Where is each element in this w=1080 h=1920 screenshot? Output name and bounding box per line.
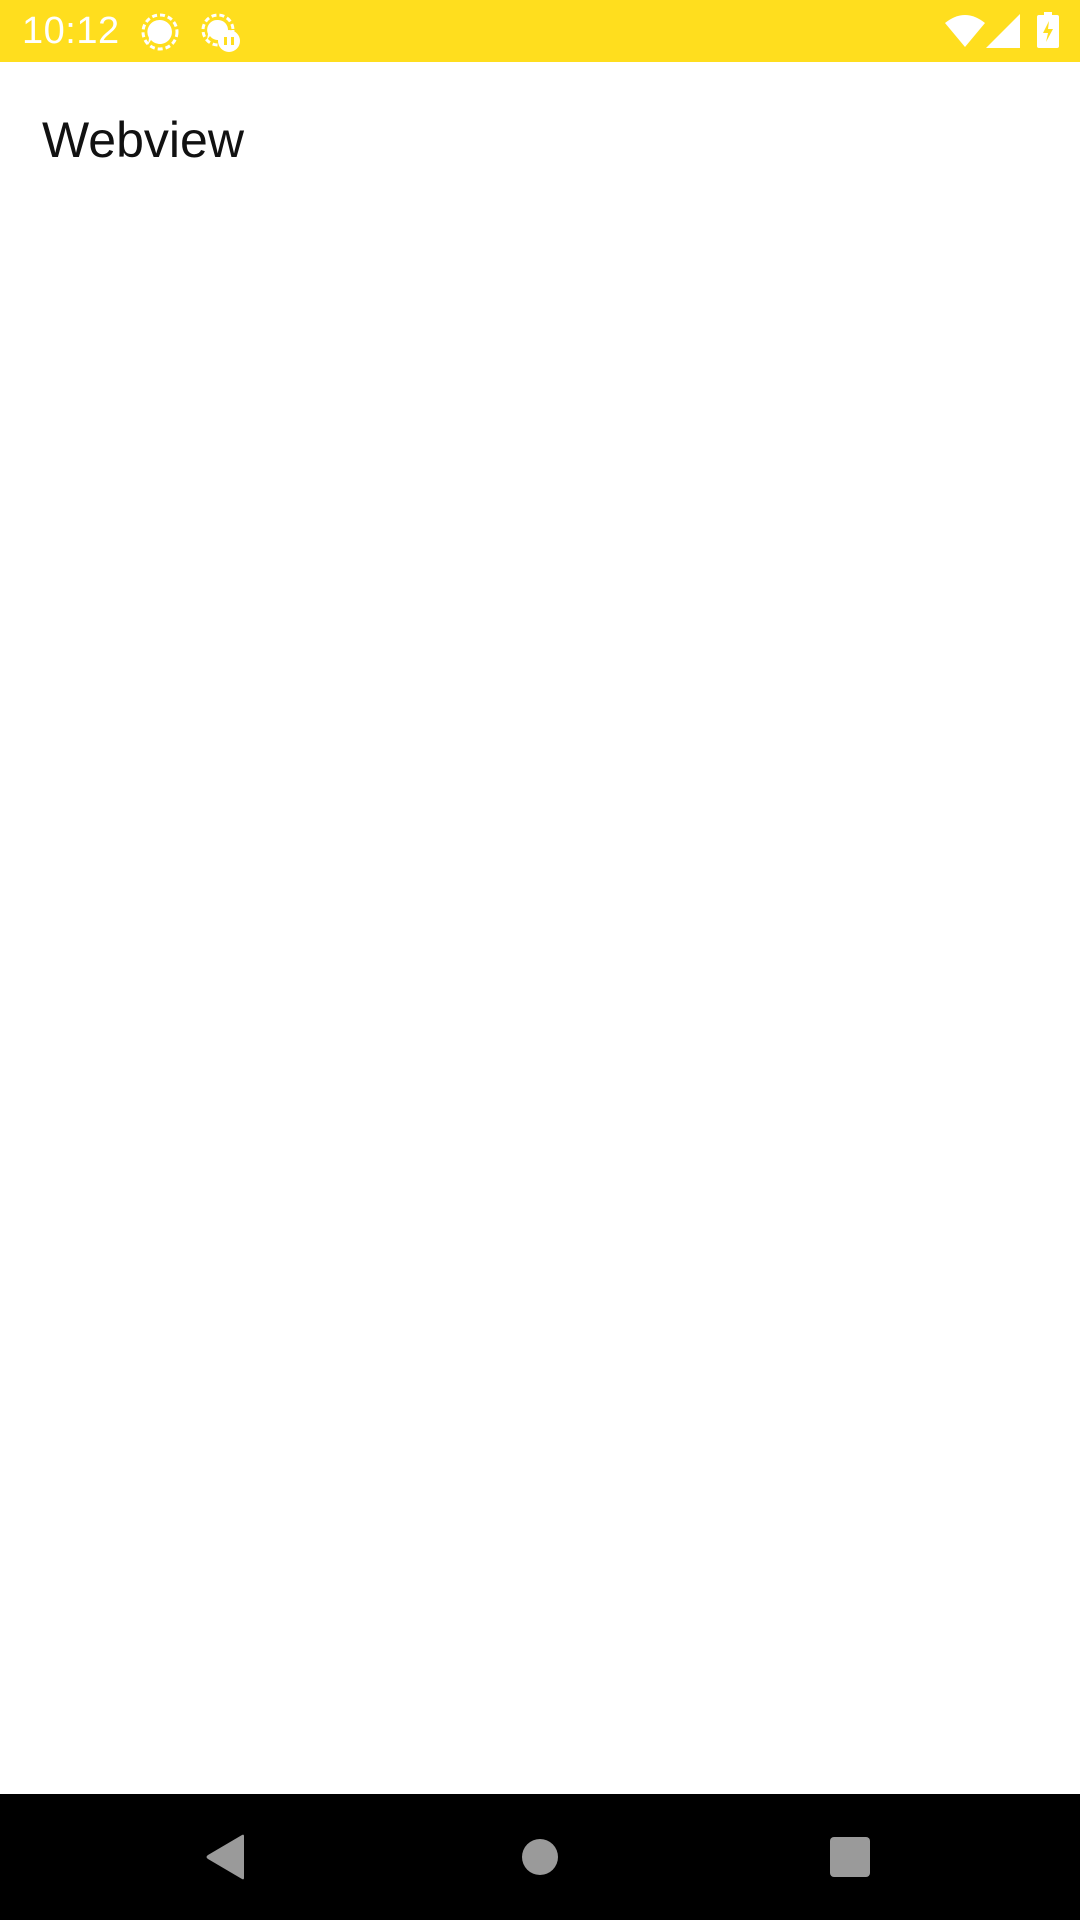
home-icon [522, 1839, 558, 1875]
back-icon [206, 1834, 244, 1880]
navigation-bar [0, 1794, 1080, 1920]
back-button[interactable] [191, 1822, 261, 1892]
signal-messenger-alert-icon [201, 13, 240, 52]
wifi-icon [945, 15, 985, 47]
webview-area[interactable] [0, 202, 1080, 1794]
battery-charging-icon [1037, 12, 1059, 48]
status-time: 10:12 [22, 10, 120, 52]
screen: 10:12 Webview [0, 0, 1080, 1920]
app-content: Webview [0, 62, 1080, 1794]
page-title: Webview [42, 112, 244, 168]
cellular-signal-icon [986, 14, 1020, 48]
recents-icon [830, 1837, 870, 1877]
status-bar: 10:12 [0, 0, 1080, 62]
recents-button[interactable] [815, 1822, 885, 1892]
signal-messenger-icon [141, 13, 179, 51]
home-button[interactable] [505, 1822, 575, 1892]
